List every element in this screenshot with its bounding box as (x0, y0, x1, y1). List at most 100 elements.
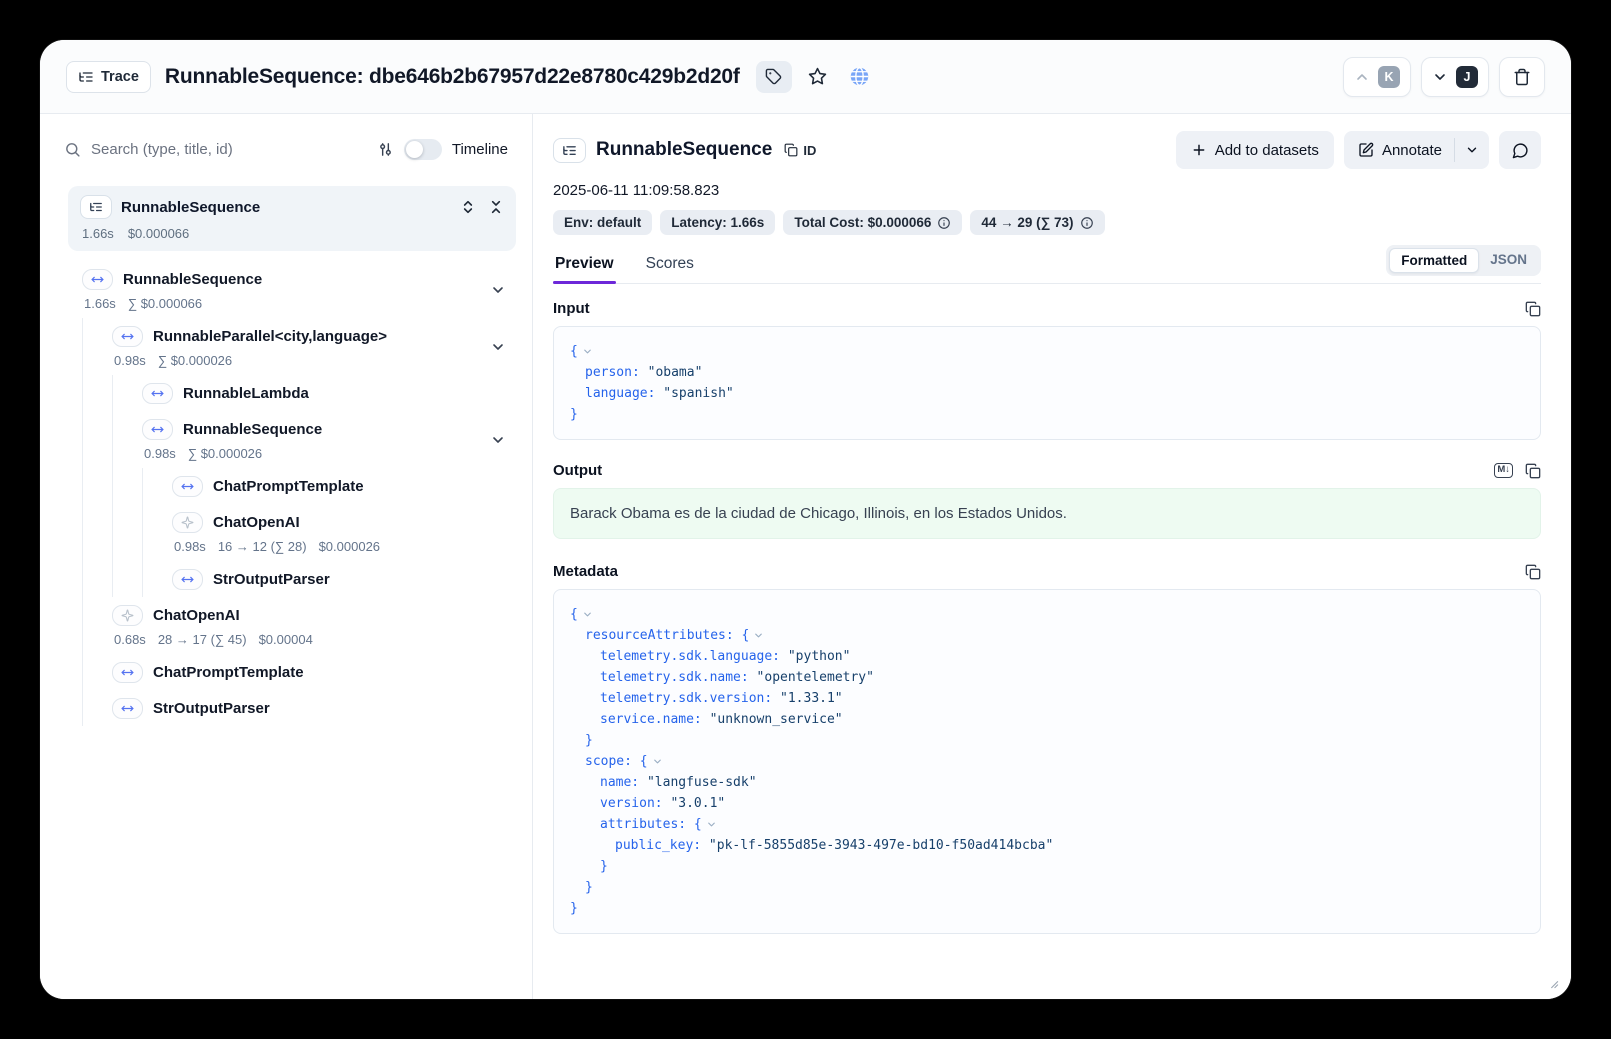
span-icon (172, 476, 203, 497)
observation-detail-panel: RunnableSequence ID Add to datasets (533, 114, 1571, 999)
search-icon (64, 141, 81, 158)
span-name: StrOutputParser (213, 571, 330, 588)
trace-timestamp: 2025-06-11 11:09:58.823 (553, 182, 1541, 199)
star-icon[interactable] (802, 61, 834, 93)
json-line: version: "3.0.1" (570, 793, 1524, 814)
span-name: ChatOpenAI (153, 607, 240, 624)
span-tree-group: ChatPromptTemplateChatOpenAI0.98s16 → 12… (142, 468, 532, 597)
shortcut-key-badge: J (1456, 66, 1478, 88)
annotate-button[interactable]: Annotate (1344, 131, 1454, 169)
next-trace-button[interactable]: J (1421, 57, 1489, 97)
id-button-label: ID (803, 143, 816, 158)
json-line: } (570, 856, 1524, 877)
generation-icon (112, 605, 143, 626)
edit-pen-icon (1358, 142, 1374, 158)
span-icon (142, 419, 173, 440)
span-tree-row[interactable]: ChatOpenAI0.98s16 → 12 (∑ 28)$0.000026 (172, 504, 532, 561)
trace-tree-sidebar: Timeline RunnableSequence (40, 114, 533, 999)
collapse-chevron-icon[interactable] (582, 346, 593, 357)
expand-all-icon[interactable] (460, 199, 476, 215)
span-tree-row[interactable]: ChatOpenAI0.68s28 → 17 (∑ 45)$0.00004 (112, 597, 532, 654)
add-to-datasets-label: Add to datasets (1215, 142, 1319, 159)
annotate-label: Annotate (1382, 142, 1442, 159)
trace-type-badge: Trace (66, 61, 151, 93)
env-badge: Env: default (553, 210, 652, 235)
collapse-chevron-icon[interactable] (706, 819, 717, 830)
comments-button[interactable] (1499, 131, 1541, 169)
span-name: RunnableLambda (183, 385, 309, 402)
copy-icon (784, 143, 798, 157)
collapse-chevron-icon[interactable] (652, 756, 663, 767)
span-tree-row[interactable]: ChatPromptTemplate (172, 468, 532, 504)
json-option[interactable]: JSON (1479, 248, 1538, 273)
span-name: RunnableSequence (123, 271, 262, 288)
span-tree-group: RunnableParallel<city,language> 0.98s∑ $0… (82, 318, 532, 726)
filter-sliders-icon[interactable] (377, 141, 394, 158)
plus-icon (1191, 142, 1207, 158)
copy-icon[interactable] (1525, 301, 1541, 317)
trace-root-metrics: 1.66s $0.000066 (80, 226, 504, 241)
span-tree-row[interactable]: StrOutputParser (112, 690, 532, 726)
search-input[interactable] (91, 141, 367, 158)
trace-badge-label: Trace (101, 69, 139, 85)
collapse-chevron-icon[interactable] (753, 630, 764, 641)
latency-badge: Latency: 1.66s (660, 210, 775, 235)
timeline-toggle[interactable] (404, 139, 442, 160)
span-tree-row[interactable]: RunnableSequence 1.66s∑ $0.000066 (82, 261, 532, 318)
json-line: telemetry.sdk.version: "1.33.1" (570, 688, 1524, 709)
previous-trace-button[interactable]: K (1343, 57, 1411, 97)
span-name: RunnableParallel<city,language> (153, 328, 387, 345)
info-icon (1080, 216, 1094, 230)
observation-title: RunnableSequence (596, 139, 772, 161)
input-json-viewer: {person: "obama"language: "spanish"} (553, 326, 1541, 440)
copy-id-button[interactable]: ID (784, 143, 816, 158)
tab-scores[interactable]: Scores (644, 249, 696, 283)
span-icon (112, 662, 143, 683)
chevron-down-icon[interactable] (490, 339, 506, 355)
tab-preview[interactable]: Preview (553, 249, 616, 283)
total-cost-badge[interactable]: Total Cost: $0.000066 (783, 210, 962, 235)
span-tree-row[interactable]: StrOutputParser (172, 561, 532, 597)
markdown-toggle-icon[interactable]: M↓ (1494, 463, 1513, 477)
chevron-down-icon (1432, 69, 1448, 85)
span-tree-row[interactable]: RunnableSequence0.98s∑ $0.000026 (142, 411, 532, 468)
trace-root-row[interactable]: RunnableSequence 1.66s $0.000066 (68, 186, 516, 251)
trash-icon (1513, 68, 1531, 86)
chevron-down-icon[interactable] (490, 432, 506, 448)
span-tree-row[interactable]: ChatPromptTemplate (112, 654, 532, 690)
page-title: RunnableSequence: dbe646b2b67957d22e8780… (165, 65, 740, 89)
chevron-down-icon[interactable] (490, 282, 506, 298)
output-section-title: Output (553, 462, 602, 479)
json-line: public_key: "pk-lf-5855d85e-3943-497e-bd… (570, 835, 1524, 856)
span-tree-row[interactable]: RunnableParallel<city,language>0.98s∑ $0… (112, 318, 532, 375)
collapse-all-icon[interactable] (488, 199, 504, 215)
globe-icon[interactable] (844, 61, 876, 93)
span-tree-row[interactable]: RunnableLambda (142, 375, 532, 411)
json-line: resourceAttributes: { (570, 625, 1524, 646)
info-icon (937, 216, 951, 230)
generation-icon (172, 512, 203, 533)
span-tree-group: RunnableLambda RunnableSequence0.98s∑ $0.… (112, 375, 532, 597)
timeline-label: Timeline (452, 141, 508, 158)
json-line: attributes: { (570, 814, 1524, 835)
span-metrics: 1.66s∑ $0.000066 (84, 296, 532, 311)
json-line: language: "spanish" (570, 383, 1524, 404)
chevron-down-icon (1465, 143, 1479, 157)
json-line: name: "langfuse-sdk" (570, 772, 1524, 793)
span-icon (112, 326, 143, 347)
span-name: ChatPromptTemplate (153, 664, 304, 681)
add-to-datasets-button[interactable]: Add to datasets (1176, 131, 1334, 169)
resize-handle[interactable] (1548, 978, 1559, 989)
trace-root-name: RunnableSequence (121, 199, 260, 216)
token-usage-badge[interactable]: 44 → 29 (∑ 73) (970, 210, 1104, 235)
formatted-option[interactable]: Formatted (1389, 248, 1479, 273)
tag-icon[interactable] (756, 61, 792, 93)
annotate-dropdown-button[interactable] (1455, 131, 1489, 169)
copy-icon[interactable] (1525, 463, 1541, 479)
json-line: } (570, 898, 1524, 919)
collapse-chevron-icon[interactable] (582, 609, 593, 620)
delete-trace-button[interactable] (1499, 57, 1545, 97)
json-line: telemetry.sdk.language: "python" (570, 646, 1524, 667)
copy-icon[interactable] (1525, 564, 1541, 580)
span-metrics: 0.98s∑ $0.000026 (144, 446, 532, 461)
